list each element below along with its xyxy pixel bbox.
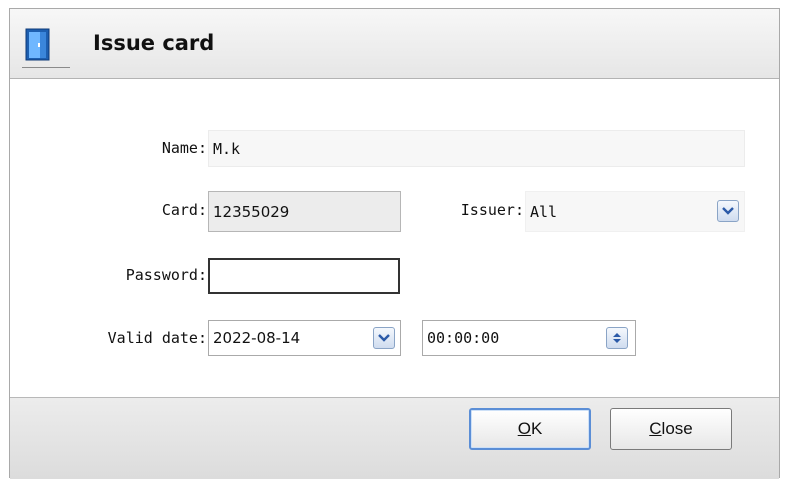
password-label: Password:	[125, 266, 207, 284]
card-field: 12355029	[208, 191, 401, 232]
icon-underline	[22, 67, 70, 68]
chevron-down-icon	[722, 207, 734, 215]
valid-date-label: Valid date:	[107, 329, 207, 347]
chevron-down-icon	[378, 334, 390, 342]
ok-label-rest: K	[530, 419, 543, 438]
issuer-select[interactable]: All	[525, 191, 745, 232]
close-label-rest: lose	[661, 419, 693, 438]
close-mnemonic: C	[649, 419, 662, 438]
valid-time-field[interactable]: 00:00:00	[422, 320, 636, 356]
spinner-arrows-icon	[613, 333, 621, 343]
name-field[interactable]: M.k	[208, 130, 745, 167]
issuer-label: Issuer:	[460, 201, 524, 219]
title-bar: Issue card	[10, 9, 779, 79]
date-dropdown-button[interactable]	[373, 327, 395, 349]
issuer-dropdown-button[interactable]	[717, 200, 739, 222]
door-icon	[25, 28, 50, 61]
password-field[interactable]	[208, 258, 400, 294]
ok-mnemonic: O	[517, 419, 531, 438]
ok-button[interactable]: OK	[469, 408, 591, 450]
time-spinner-button[interactable]	[606, 327, 628, 349]
close-button[interactable]: Close	[610, 408, 732, 450]
dialog-title: Issue card	[93, 31, 215, 55]
name-label: Name:	[161, 139, 207, 157]
card-label: Card:	[161, 201, 207, 219]
